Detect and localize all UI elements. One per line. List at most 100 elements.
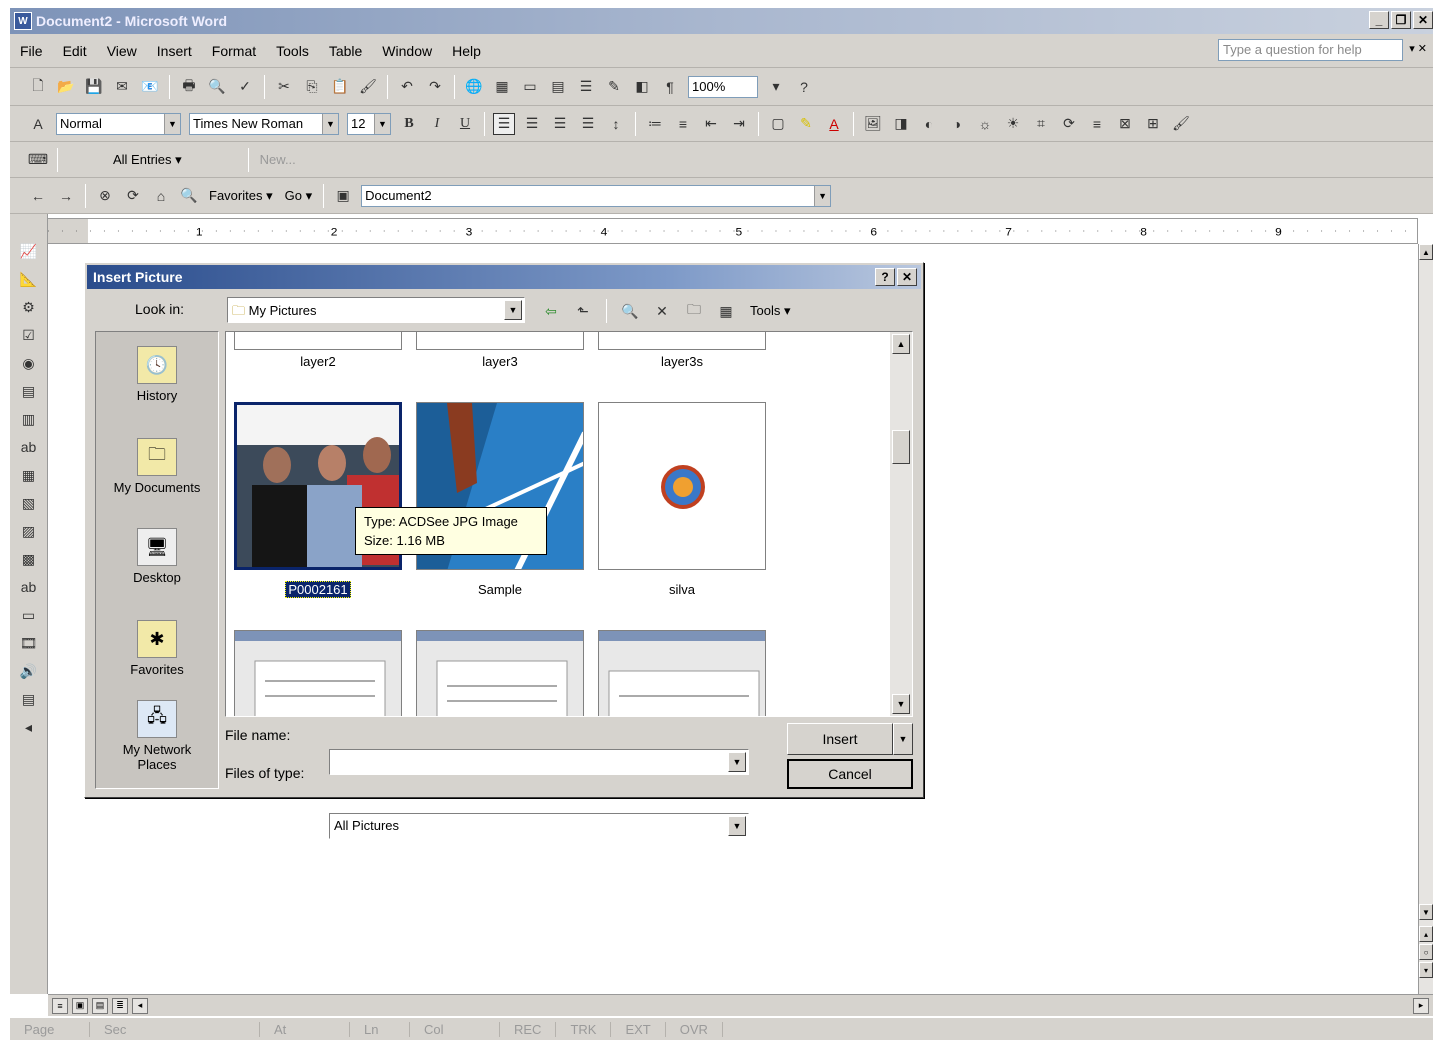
place-favorites[interactable]: ✱ Favorites (96, 620, 218, 677)
forward-icon[interactable]: → (55, 185, 77, 207)
thumbnail-layer2[interactable] (234, 332, 402, 350)
dialog-title-bar[interactable]: Insert Picture ? ✕ (87, 265, 921, 289)
redo-icon[interactable]: ↷ (424, 76, 446, 98)
checkbox-control-icon[interactable]: ☑ (18, 324, 40, 346)
less-brightness-icon[interactable]: ☀ (1002, 113, 1024, 135)
status-rec[interactable]: REC (500, 1021, 557, 1037)
print-layout-view-icon[interactable]: ▤ (92, 997, 108, 1014)
help-box-dropdown-icon[interactable]: ▾ ✕ (1409, 42, 1427, 55)
style-dropdown-icon[interactable]: ▼ (164, 113, 180, 134)
scrolling-text-icon[interactable]: ▤ (18, 688, 40, 710)
up-one-level-icon[interactable]: ⬑ (572, 300, 594, 322)
sound-icon[interactable]: 🔊 (18, 660, 40, 682)
go-menu[interactable]: Go ▾ (285, 188, 312, 204)
thumbnail-layer3[interactable] (416, 332, 584, 350)
numbering-icon[interactable]: ≔ (644, 113, 666, 135)
menu-edit[interactable]: Edit (53, 43, 97, 59)
format-picture-icon[interactable]: 🖌 (1170, 113, 1192, 135)
stop-icon[interactable]: ⊗ (94, 185, 116, 207)
autotext-icon[interactable]: ⌨ (27, 149, 49, 171)
next-page-icon[interactable]: ▾ (1419, 962, 1433, 978)
option-button-icon[interactable]: ◉ (18, 352, 40, 374)
more-contrast-icon[interactable]: ◐ (918, 113, 940, 135)
refresh-icon[interactable]: ⟳ (122, 185, 144, 207)
thumbnail-screenshot-1[interactable] (234, 630, 402, 716)
crop-icon[interactable]: ⌗ (1030, 113, 1052, 135)
file-caption-p0002161[interactable]: P0002161 (285, 581, 351, 598)
hidden-icon[interactable]: ▩ (18, 548, 40, 570)
file-caption-sample[interactable]: Sample (416, 582, 584, 597)
chart-icon[interactable]: 📈 (18, 240, 40, 262)
style-combo[interactable]: Normal ▼ (56, 112, 181, 135)
cancel-button[interactable]: Cancel (787, 759, 913, 789)
reset-icon[interactable]: ▨ (18, 520, 40, 542)
open-icon[interactable]: 📂 (55, 76, 77, 98)
create-folder-icon[interactable]: 🗀 (683, 300, 705, 322)
font-size-dropdown-icon[interactable]: ▼ (374, 113, 390, 134)
previous-page-icon[interactable]: ▴ (1419, 926, 1433, 942)
dialog-help-button[interactable]: ? (875, 268, 895, 286)
spelling-icon[interactable]: ✓ (234, 76, 256, 98)
dropdown-box-icon[interactable]: ▤ (18, 380, 40, 402)
undo-icon[interactable]: ↶ (396, 76, 418, 98)
address-dropdown-icon[interactable]: ▼ (814, 185, 831, 206)
menu-format[interactable]: Format (202, 43, 266, 59)
document-map-icon[interactable]: ◧ (631, 76, 653, 98)
password-icon[interactable]: ab (18, 576, 40, 598)
increase-indent-icon[interactable]: ⇥ (728, 113, 750, 135)
help-question-box[interactable]: Type a question for help (1218, 39, 1403, 61)
zoom-combo[interactable]: 100% (688, 75, 758, 98)
print-preview-icon[interactable]: 🔍 (206, 76, 228, 98)
highlight-icon[interactable]: ✎ (795, 113, 817, 135)
design-mode-icon[interactable]: 📐 (18, 268, 40, 290)
file-name-input[interactable]: ▼ (329, 749, 749, 775)
place-desktop[interactable]: 🖥 Desktop (96, 528, 218, 585)
zoom-dropdown-icon[interactable]: ▾ (765, 76, 787, 98)
decrease-indent-icon[interactable]: ⇤ (700, 113, 722, 135)
file-caption-layer3[interactable]: layer3 (416, 354, 584, 369)
web-layout-view-icon[interactable]: ▣ (72, 997, 88, 1014)
dialog-close-button[interactable]: ✕ (897, 268, 917, 286)
rotate-icon[interactable]: ⟳ (1058, 113, 1080, 135)
italic-icon[interactable]: I (426, 113, 448, 135)
select-browse-object-icon[interactable]: ○ (1419, 944, 1433, 960)
submit-icon[interactable]: ▦ (18, 464, 40, 486)
format-painter-icon[interactable]: 🖌 (357, 76, 379, 98)
movie-icon[interactable]: 🎞 (18, 632, 40, 654)
text-area-icon[interactable]: ▭ (18, 604, 40, 626)
address-combo[interactable]: Document2 ▼ (361, 184, 832, 207)
picture-color-icon[interactable]: ◨ (890, 113, 912, 135)
compress-icon[interactable]: ⊠ (1114, 113, 1136, 135)
file-name-dropdown-icon[interactable]: ▼ (728, 752, 746, 772)
font-color-icon[interactable]: A (823, 113, 845, 135)
tables-borders-icon[interactable]: ▦ (491, 76, 513, 98)
files-of-type-dropdown-icon[interactable]: ▼ (728, 816, 746, 836)
all-entries-button[interactable]: All Entries ▾ (113, 152, 182, 168)
menu-file[interactable]: File (10, 43, 53, 59)
file-caption-layer3s[interactable]: layer3s (598, 354, 766, 369)
insert-options-dropdown-icon[interactable]: ▼ (893, 723, 913, 755)
tools-menu[interactable]: Tools ▾ (750, 303, 791, 319)
delete-icon[interactable]: ✕ (651, 300, 673, 322)
status-ext[interactable]: EXT (611, 1021, 666, 1037)
columns-icon[interactable]: ☰ (575, 76, 597, 98)
underline-icon[interactable]: U (454, 113, 476, 135)
search-web-dialog-icon[interactable]: 🔍 (619, 300, 641, 322)
thumbnail-screenshot-2[interactable] (416, 630, 584, 716)
insert-button[interactable]: Insert (787, 723, 893, 755)
font-dropdown-icon[interactable]: ▼ (322, 113, 338, 134)
new-document-icon[interactable]: 🗋 (27, 76, 49, 98)
align-left-icon[interactable]: ☰ (493, 112, 515, 135)
look-in-combo[interactable]: 🗀 My Pictures ▼ (227, 297, 525, 323)
menu-insert[interactable]: Insert (147, 43, 202, 59)
menu-help[interactable]: Help (442, 43, 491, 59)
email-icon[interactable]: 📧 (139, 76, 161, 98)
textbox-control-icon[interactable]: ab (18, 436, 40, 458)
close-button[interactable]: ✕ (1413, 11, 1433, 29)
menu-table[interactable]: Table (319, 43, 372, 59)
align-center-icon[interactable]: ☰ (521, 113, 543, 135)
thumbnail-layer3s[interactable] (598, 332, 766, 350)
search-web-icon[interactable]: 🔍 (178, 185, 200, 207)
list-box-icon[interactable]: ▥ (18, 408, 40, 430)
align-right-icon[interactable]: ☰ (549, 113, 571, 135)
